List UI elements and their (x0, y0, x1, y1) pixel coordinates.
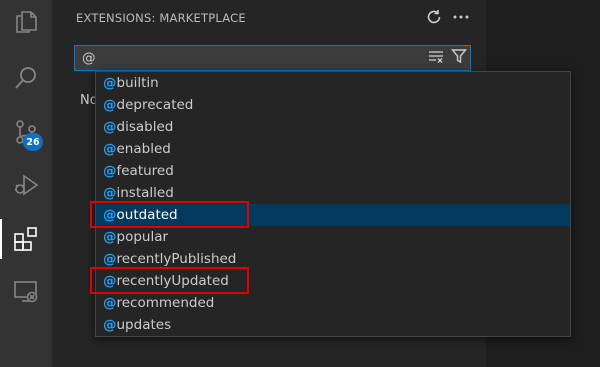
suggestion-prefix: @ (103, 97, 117, 113)
suggestion-item-recommended[interactable]: @ recommended (96, 292, 570, 314)
suggestion-prefix: @ (103, 273, 117, 289)
suggestion-item-popular[interactable]: @ popular (96, 226, 570, 248)
suggestion-prefix: @ (103, 295, 117, 311)
remote-explorer-icon (12, 278, 40, 306)
suggestion-label: outdated (116, 207, 178, 223)
suggestion-item-outdated[interactable]: @ outdated (96, 204, 570, 226)
suggestion-label: builtin (116, 75, 159, 91)
suggestion-label: enabled (116, 141, 171, 157)
suggestion-label: recommended (116, 295, 215, 311)
suggestion-item-recently-published[interactable]: @ recentlyPublished (96, 248, 570, 270)
suggestion-prefix: @ (103, 163, 117, 179)
suggestion-item-updates[interactable]: @ updates (96, 314, 570, 336)
suggestion-label: installed (116, 185, 174, 201)
suggestion-prefix: @ (103, 141, 117, 157)
vscode-window: 26 EXTENSIONS: MARKETPLACE @ No @ builti… (0, 0, 600, 367)
extensions-search-input[interactable]: @ (74, 45, 471, 71)
suggestion-label: recentlyPublished (116, 251, 237, 267)
suggestion-prefix: @ (103, 119, 117, 135)
suggestion-label: deprecated (116, 97, 194, 113)
suggestion-label: updates (116, 317, 172, 333)
suggestion-prefix: @ (103, 229, 117, 245)
debug-icon (13, 172, 39, 198)
refresh-icon (425, 8, 443, 30)
search-icon (13, 65, 39, 91)
activity-remote-explorer[interactable] (0, 270, 52, 314)
suggestion-prefix: @ (103, 75, 117, 91)
suggestion-label: recentlyUpdated (116, 273, 229, 289)
filter-icon (451, 48, 467, 68)
more-icon (452, 8, 470, 30)
clear-filter-button[interactable] (426, 48, 446, 68)
refresh-button[interactable] (423, 8, 445, 30)
suggestion-item-disabled[interactable]: @ disabled (96, 116, 570, 138)
suggestion-prefix: @ (103, 317, 117, 333)
suggestion-label: popular (116, 229, 169, 245)
search-input-value: @ (82, 50, 96, 66)
files-icon (13, 9, 39, 35)
suggestion-label: featured (116, 163, 174, 179)
suggestion-item-builtin[interactable]: @ builtin (96, 72, 570, 94)
filter-button[interactable] (449, 48, 469, 68)
suggestion-item-featured[interactable]: @ featured (96, 160, 570, 182)
source-control-badge: 26 (23, 133, 43, 151)
sidebar-title: EXTENSIONS: MARKETPLACE (76, 11, 246, 25)
activity-run-debug[interactable] (0, 163, 52, 207)
activity-bar: 26 (0, 0, 52, 367)
suggestion-item-recently-updated[interactable]: @ recentlyUpdated (96, 270, 570, 292)
suggestion-label: disabled (116, 119, 174, 135)
suggestion-prefix: @ (103, 251, 117, 267)
suggestion-item-installed[interactable]: @ installed (96, 182, 570, 204)
activity-extensions[interactable] (0, 217, 52, 261)
suggestion-dropdown: @ builtin @ deprecated @ disabled @ enabled … (95, 71, 571, 337)
extensions-icon (12, 225, 40, 253)
suggestion-item-enabled[interactable]: @ enabled (96, 138, 570, 160)
activity-explorer[interactable] (0, 0, 52, 44)
suggestion-item-deprecated[interactable]: @ deprecated (96, 94, 570, 116)
suggestion-prefix: @ (103, 207, 117, 223)
clear-filter-icon (428, 49, 445, 68)
activity-search[interactable] (0, 56, 52, 100)
more-actions-button[interactable] (450, 8, 472, 30)
suggestion-prefix: @ (103, 185, 117, 201)
